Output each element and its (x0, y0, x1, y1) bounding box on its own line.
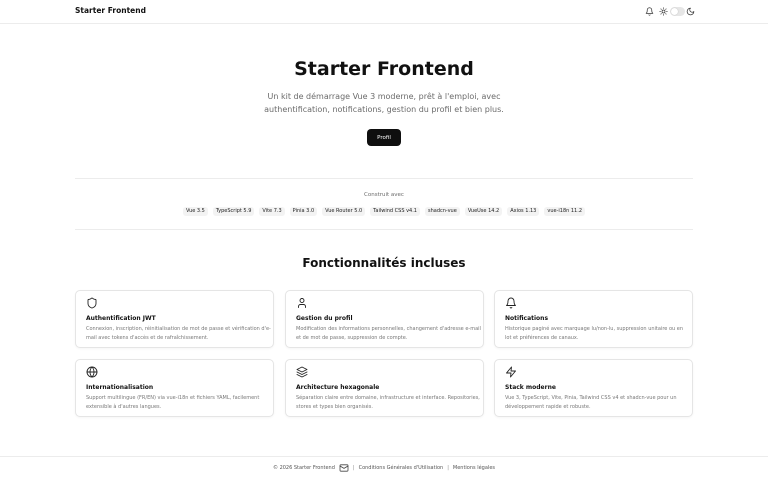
moon-icon (686, 7, 695, 16)
feature-title: Notifications (505, 315, 549, 322)
built-with-label: Construit avec (364, 192, 404, 198)
feature-card-notifications: Notifications Historique paginé avec mar… (494, 290, 693, 348)
footer-separator: | (352, 465, 355, 471)
theme-toggle[interactable] (670, 7, 685, 16)
footer-link-terms[interactable]: Conditions Générales d'Utilisation (359, 465, 444, 471)
globe-icon (86, 366, 98, 378)
shield-icon (87, 297, 97, 309)
feature-title: Gestion du profil (296, 315, 353, 322)
feature-card-stack: Stack moderne Vue 3, TypeScript, Vite, P… (494, 359, 693, 417)
layers-icon (296, 366, 308, 378)
feature-card-auth: Authentification JWT Connexion, inscript… (75, 290, 274, 348)
brand-logo[interactable]: Starter Frontend (75, 6, 146, 15)
sun-icon (659, 7, 668, 16)
top-navbar: Starter Frontend (0, 0, 768, 24)
theme-toggle-knob (671, 8, 678, 15)
feature-description: Historique paginé avec marquage lu/non-l… (505, 326, 684, 341)
feature-title: Stack moderne (505, 384, 556, 391)
feature-title: Authentification JWT (86, 315, 156, 322)
feature-description: Modification des informations personnell… (296, 326, 481, 341)
feature-description: Support multilingue (FR/EN) via vue-i18n… (86, 395, 260, 410)
bell-icon[interactable] (645, 7, 654, 16)
footer-divider (0, 456, 768, 457)
divider (75, 229, 693, 230)
tech-tag: Vue 3.5 (182, 207, 208, 216)
tech-tag: vue-i18n 11.2 (544, 207, 586, 216)
tech-tag: VueUse 14.2 (464, 207, 503, 216)
feature-title: Internationalisation (86, 384, 154, 391)
feature-description: Séparation claire entre domaine, infrast… (296, 395, 480, 410)
footer-copyright: © 2026 Starter Frontend (272, 465, 335, 471)
tech-tag: Tailwind CSS v4.1 (370, 207, 420, 216)
feature-description: Vue 3, TypeScript, Vite, Pinia, Tailwind… (505, 395, 677, 410)
footer-link-legal[interactable]: Mentions légales (453, 465, 495, 471)
footer: © 2026 Starter Frontend | Conditions Gén… (0, 464, 768, 472)
zap-icon (506, 366, 516, 378)
feature-card-profile: Gestion du profil Modification des infor… (285, 290, 484, 348)
tech-tag: Vite 7.3 (259, 207, 285, 216)
hero-title: Starter Frontend (294, 58, 474, 80)
bell-icon (506, 297, 516, 309)
divider (75, 178, 693, 179)
tech-tag: Vue Router 5.0 (322, 207, 366, 216)
profile-button[interactable]: Profil (367, 129, 401, 146)
tech-tag: Axios 1.13 (507, 207, 540, 216)
hero-subtitle: Un kit de démarrage Vue 3 moderne, prêt … (264, 92, 504, 114)
tech-tag: TypeScript 5.9 (212, 207, 255, 216)
feature-description: Connexion, inscription, réinitialisation… (86, 326, 271, 341)
feature-title: Architecture hexagonale (296, 384, 380, 391)
mail-icon[interactable] (339, 464, 349, 472)
feature-card-i18n: Internationalisation Support multilingue… (75, 359, 274, 417)
tech-tag: Pinia 3.0 (289, 207, 318, 216)
features-title: Fonctionnalités incluses (302, 256, 466, 270)
tech-tags: Vue 3.5 TypeScript 5.9 Vite 7.3 Pinia 3.… (75, 207, 693, 216)
feature-card-architecture: Architecture hexagonale Séparation clair… (285, 359, 484, 417)
user-icon (298, 298, 306, 308)
tech-tag: shadcn-vue (425, 207, 460, 216)
footer-separator: | (447, 465, 449, 471)
